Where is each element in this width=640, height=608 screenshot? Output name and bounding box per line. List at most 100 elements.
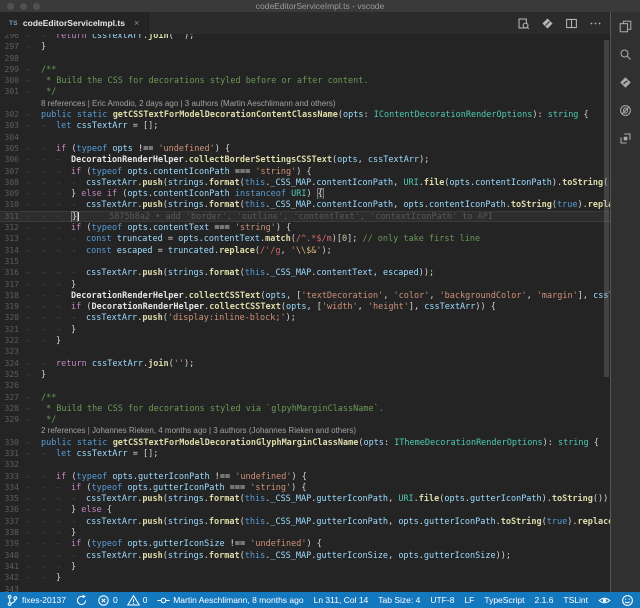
code-row[interactable]: 337→→→→cssTextArr.push(strings.format(th… [0, 516, 610, 527]
line-number[interactable]: 337 [0, 516, 26, 527]
status-tslint[interactable]: TSLint [563, 595, 588, 605]
code-row[interactable]: 328→ * Build the CSS for decorations sty… [0, 403, 610, 414]
status-feedback[interactable] [621, 594, 634, 607]
line-number[interactable]: 311 [0, 211, 26, 222]
line-number[interactable]: 334 [0, 482, 26, 493]
line-number[interactable]: 296 [0, 34, 26, 41]
codelens-row[interactable]: 2 references | Johannes Rieken, 4 months… [0, 425, 610, 436]
status-language-mode[interactable]: TypeScript [484, 595, 524, 605]
line-number[interactable]: 310 [0, 199, 26, 210]
line-number[interactable] [0, 98, 26, 109]
zoom-window-button[interactable] [33, 3, 40, 10]
line-number[interactable]: 316 [0, 267, 26, 278]
line-number[interactable]: 312 [0, 222, 26, 233]
status-ts-version[interactable]: 2.1.6 [535, 595, 554, 605]
code-row[interactable]: 313→→→→const truncated = opts.contentTex… [0, 233, 610, 244]
line-number[interactable]: 342 [0, 572, 26, 583]
code-row[interactable]: 326 [0, 380, 610, 391]
line-number[interactable]: 320 [0, 312, 26, 323]
line-number[interactable]: 343 [0, 584, 26, 592]
open-changes-button[interactable] [541, 17, 554, 30]
line-number[interactable]: 321 [0, 324, 26, 335]
code-row[interactable]: 311→→→}5875b8a2 • add 'border', 'outline… [0, 211, 610, 222]
status-toggle-blame[interactable] [598, 594, 611, 607]
line-number[interactable]: 309 [0, 188, 26, 199]
line-number[interactable]: 333 [0, 471, 26, 482]
line-number[interactable]: 314 [0, 245, 26, 256]
minimize-window-button[interactable] [20, 3, 27, 10]
line-number[interactable]: 317 [0, 279, 26, 290]
split-editor-button[interactable] [565, 17, 578, 30]
code-row[interactable]: 304 [0, 132, 610, 143]
line-number[interactable]: 302 [0, 109, 26, 120]
code-row[interactable]: 317→→→} [0, 279, 610, 290]
line-number[interactable]: 305 [0, 143, 26, 154]
code-row[interactable]: 306→→→DecorationRenderHelper.collectBord… [0, 154, 610, 165]
code-row[interactable]: 333→→if (typeof opts.gutterIconPath !== … [0, 471, 610, 482]
code-row[interactable]: 305→→if (typeof opts !== 'undefined') { [0, 143, 610, 154]
line-number[interactable]: 301 [0, 86, 26, 97]
code-row[interactable]: 307→→→if (typeof opts.contentIconPath ==… [0, 166, 610, 177]
codelens-text[interactable]: 2 references | Johannes Rieken, 4 months… [26, 425, 610, 436]
code-row[interactable]: 303→→let cssTextArr = []; [0, 120, 610, 131]
code-row[interactable]: 325→} [0, 369, 610, 380]
code-row[interactable]: 327→/** [0, 392, 610, 403]
code-row[interactable]: 332 [0, 459, 610, 470]
line-number[interactable]: 332 [0, 459, 26, 470]
status-errors[interactable]: 0 [97, 594, 118, 607]
status-eol[interactable]: LF [464, 595, 474, 605]
line-number[interactable]: 303 [0, 120, 26, 131]
code-row[interactable]: 340→→→→cssTextArr.push(strings.format(th… [0, 550, 610, 561]
status-warnings[interactable]: 0 [127, 594, 148, 607]
line-number[interactable]: 336 [0, 504, 26, 515]
line-number[interactable]: 338 [0, 527, 26, 538]
title-bar[interactable]: codeEditorServiceImpl.ts - vscode [0, 0, 640, 12]
line-number[interactable]: 331 [0, 448, 26, 459]
code-row[interactable]: 322→→} [0, 335, 610, 346]
line-number[interactable]: 328 [0, 403, 26, 414]
status-sync[interactable] [75, 594, 88, 607]
code-row[interactable]: 336→→→} else { [0, 504, 610, 515]
line-number[interactable]: 325 [0, 369, 26, 380]
line-number[interactable]: 329 [0, 414, 26, 425]
close-window-button[interactable] [7, 3, 14, 10]
line-number[interactable]: 318 [0, 290, 26, 301]
code-row[interactable]: 314→→→→const escaped = truncated.replace… [0, 245, 610, 256]
activity-search[interactable] [615, 47, 637, 62]
code-editor[interactable]: 296→→return cssTextArr.join('');297→}298… [0, 34, 610, 592]
status-cursor-position[interactable]: Ln 311, Col 14 [314, 595, 369, 605]
activity-debug[interactable] [615, 103, 637, 118]
close-tab-icon[interactable]: × [134, 18, 139, 28]
line-number[interactable]: 335 [0, 493, 26, 504]
code-row[interactable]: 318→→→DecorationRenderHelper.collectCSST… [0, 290, 610, 301]
open-preview-button[interactable] [517, 17, 530, 30]
line-number[interactable]: 322 [0, 335, 26, 346]
line-number[interactable] [0, 425, 26, 436]
line-number[interactable]: 340 [0, 550, 26, 561]
code-row[interactable]: 297→} [0, 41, 610, 52]
line-number[interactable]: 308 [0, 177, 26, 188]
code-row[interactable]: 330→public static getCSSTextForModelDeco… [0, 437, 610, 448]
codelens-row[interactable]: 8 references | Eric Amodio, 2 days ago |… [0, 98, 610, 109]
code-row[interactable]: 334→→→if (typeof opts.gutterIconPath ===… [0, 482, 610, 493]
line-number[interactable]: 315 [0, 256, 26, 267]
code-row[interactable]: 341→→→} [0, 561, 610, 572]
code-row[interactable]: 319→→→if (DecorationRenderHelper.collect… [0, 301, 610, 312]
status-blame[interactable]: Martin Aeschlimann, 8 months ago [157, 594, 303, 607]
code-row[interactable]: 302→public static getCSSTextForModelDeco… [0, 109, 610, 120]
code-row[interactable]: 320→→→→cssTextArr.push('display:inline-b… [0, 312, 610, 323]
line-number[interactable]: 307 [0, 166, 26, 177]
editor-scrollbar[interactable] [604, 40, 609, 377]
codelens-text[interactable]: 8 references | Eric Amodio, 2 days ago |… [26, 98, 610, 109]
activity-source-control[interactable] [615, 75, 637, 90]
line-number[interactable]: 300 [0, 75, 26, 86]
line-number[interactable]: 298 [0, 53, 26, 64]
code-row[interactable]: 323 [0, 346, 610, 357]
tab-code-editor-service-impl[interactable]: TS codeEditorServiceImpl.ts × [0, 12, 149, 34]
code-row[interactable]: 331→→let cssTextArr = []; [0, 448, 610, 459]
code-row[interactable]: 308→→→→cssTextArr.push(strings.format(th… [0, 177, 610, 188]
code-row[interactable]: 343 [0, 584, 610, 592]
code-row[interactable]: 329→ */ [0, 414, 610, 425]
code-row[interactable]: 339→→→if (typeof opts.gutterIconSize !==… [0, 538, 610, 549]
code-row[interactable]: 324→→return cssTextArr.join(''); [0, 358, 610, 369]
